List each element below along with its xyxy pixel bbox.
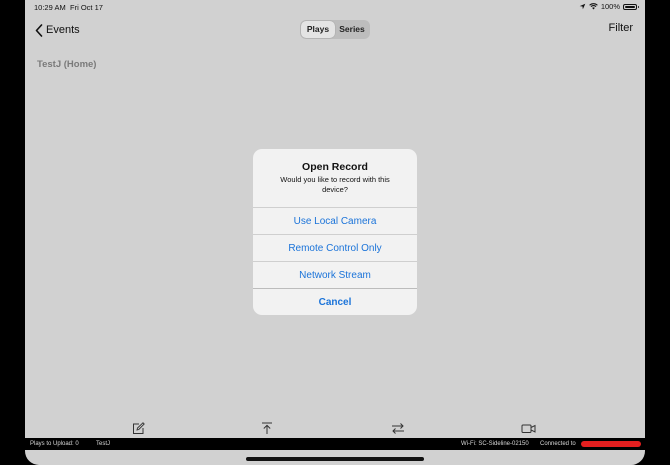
dialog-title: Open Record bbox=[302, 161, 368, 173]
bottom-toolbar bbox=[25, 419, 645, 438]
segment-series[interactable]: Series bbox=[335, 21, 369, 38]
redaction-mark bbox=[581, 441, 641, 447]
cancel-button[interactable]: Cancel bbox=[253, 288, 417, 315]
connection-status: Connected to bbox=[540, 440, 576, 447]
back-label: Events bbox=[46, 24, 80, 36]
chevron-left-icon bbox=[35, 23, 43, 37]
info-bar: Plays to Upload: 0 TestJ Wi-Fi: SC-Sidel… bbox=[25, 438, 645, 450]
battery-percent: 100% bbox=[600, 2, 620, 11]
battery-level bbox=[625, 5, 635, 8]
network-stream-button[interactable]: Network Stream bbox=[253, 261, 417, 288]
status-date: Fri Oct 17 bbox=[70, 3, 103, 12]
battery-icon bbox=[623, 3, 639, 10]
plays-to-upload: Plays to Upload: 0 bbox=[30, 440, 79, 447]
upload-icon[interactable] bbox=[261, 422, 273, 435]
wifi-icon bbox=[589, 3, 598, 10]
home-indicator[interactable] bbox=[246, 457, 424, 461]
status-bar: 10:29 AM Fri Oct 17 100% bbox=[25, 0, 645, 14]
wifi-network: Wi-Fi: SC-Sideline-02150 bbox=[461, 440, 529, 447]
team-label: TestJ (Home) bbox=[37, 59, 97, 70]
segmented-control: Plays Series bbox=[300, 20, 370, 39]
video-camera-icon[interactable] bbox=[521, 422, 536, 435]
dialog-message: Would you like to record with this devic… bbox=[280, 175, 390, 194]
segment-plays[interactable]: Plays bbox=[301, 21, 335, 38]
info-team: TestJ bbox=[96, 440, 111, 447]
filter-button[interactable]: Filter bbox=[609, 22, 633, 34]
compose-icon[interactable] bbox=[132, 422, 145, 435]
status-time: 10:29 AM bbox=[34, 3, 66, 12]
location-arrow-icon bbox=[579, 3, 586, 10]
remote-control-only-button[interactable]: Remote Control Only bbox=[253, 234, 417, 261]
status-right: 100% bbox=[579, 2, 639, 11]
back-button[interactable]: Events bbox=[35, 20, 80, 40]
swap-icon[interactable] bbox=[391, 422, 405, 435]
use-local-camera-button[interactable]: Use Local Camera bbox=[253, 207, 417, 234]
